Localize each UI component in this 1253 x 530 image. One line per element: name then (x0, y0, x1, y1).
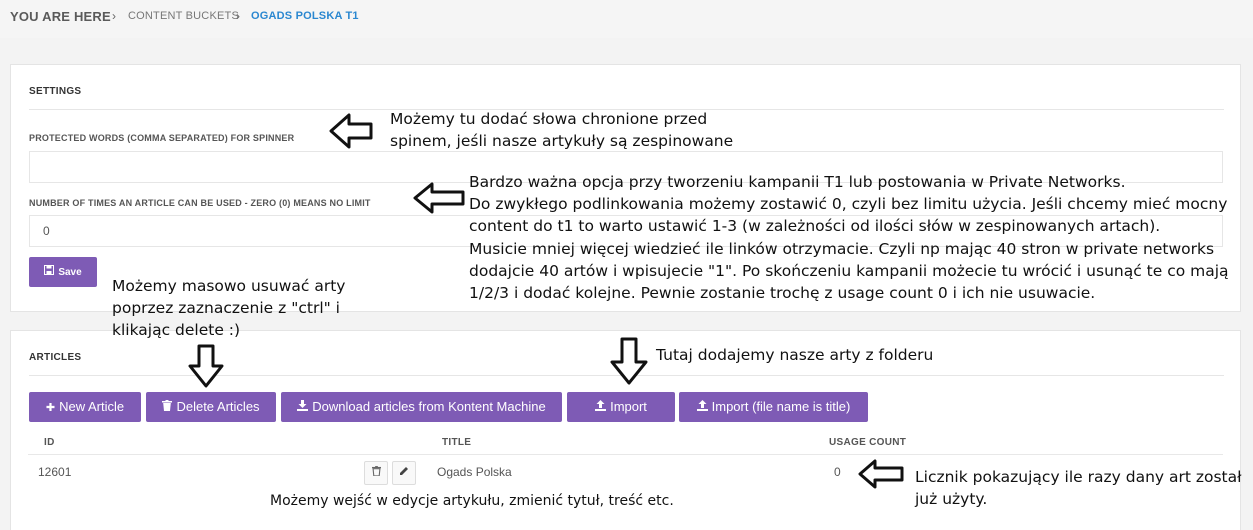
annotation-line: Bardzo ważna opcja przy tworzeniu kampan… (469, 173, 1126, 191)
article-usage-count: 0 (834, 465, 841, 479)
delete-article-button[interactable] (364, 461, 388, 485)
annotation-line: Możemy masowo usuwać arty (112, 277, 346, 295)
article-title[interactable]: Ogads Polska (437, 465, 512, 479)
save-button-label: Save (58, 267, 82, 278)
annotation-line: poprzez zaznaczenie z "ctrl" i (112, 299, 340, 317)
usage-limit-label: NUMBER OF TIMES AN ARTICLE CAN BE USED -… (29, 198, 371, 208)
breadcrumb-you-are-here: YOU ARE HERE (10, 9, 111, 24)
settings-title: SETTINGS (29, 86, 82, 97)
table-header-divider (28, 454, 1223, 455)
save-icon (44, 257, 55, 287)
column-header-id[interactable]: ID (44, 437, 55, 448)
breadcrumb-separator: › (112, 9, 116, 23)
edit-article-button[interactable] (392, 461, 416, 485)
upload-icon (696, 393, 708, 423)
protected-words-label: PROTECTED WORDS (COMMA SEPARATED) FOR SP… (29, 133, 295, 143)
annotation-line: Licznik pokazujący ile razy dany art zos… (915, 468, 1242, 486)
annotation-mass-delete: Możemy masowo usuwać arty poprzez zaznac… (112, 275, 345, 341)
annotation-line: Do zwykłego podlinkowania możemy zostawi… (469, 195, 1228, 214)
plus-icon: ✚ (45, 402, 56, 414)
down-arrow-icon (610, 337, 648, 385)
annotation-edit: Możemy wejść w edycje artykułu, zmienić … (270, 493, 674, 509)
down-arrow-icon (188, 344, 224, 388)
new-article-label: New Article (59, 399, 125, 414)
left-arrow-icon (858, 459, 904, 489)
new-article-button[interactable]: ✚ New Article (29, 392, 141, 422)
breadcrumb-current: OGADS POLSKA T1 (251, 10, 359, 22)
breadcrumb-separator: › (236, 9, 240, 23)
delete-articles-label: Delete Articles (176, 399, 260, 414)
import-button[interactable]: Import (567, 392, 675, 422)
column-header-usage-count[interactable]: USAGE COUNT (829, 437, 906, 448)
save-button[interactable]: Save (29, 257, 97, 287)
articles-title: ARTICLES (29, 352, 82, 363)
download-kontent-machine-label: Download articles from Kontent Machine (312, 399, 546, 414)
trash-icon (162, 393, 173, 423)
download-kontent-machine-button[interactable]: Download articles from Kontent Machine (281, 392, 562, 422)
annotation-usage-limit: Bardzo ważna opcja przy tworzeniu kampan… (469, 171, 1229, 304)
upload-icon (595, 393, 607, 423)
annotation-import: Tutaj dodajemy nasze arty z folderu (656, 346, 934, 364)
annotation-line: już użyty. (915, 490, 988, 508)
annotation-protected-words: Możemy tu dodać słowa chronione przed sp… (390, 108, 733, 152)
download-icon (297, 393, 309, 423)
article-id: 12601 (38, 465, 72, 479)
import-file-name-title-label: Import (file name is title) (711, 399, 851, 414)
annotation-line: 1/2/3 i dodać kolejne. Pewnie zostanie t… (469, 284, 1096, 303)
annotation-line: content do t1 to warto ustawić 1-3 (w za… (469, 217, 1161, 236)
trash-icon (371, 466, 381, 479)
annotation-line: klikając delete :) (112, 321, 241, 339)
import-label: Import (610, 399, 647, 414)
annotation-line: spinem, jeśli nasze artykuły są zespinow… (390, 132, 734, 150)
annotation-line: Musicie mniej więcej wiedzieć ile linków… (469, 239, 1215, 258)
delete-articles-button[interactable]: Delete Articles (146, 392, 276, 422)
pencil-icon (399, 467, 409, 479)
breadcrumb-bar: YOU ARE HERE › CONTENT BUCKETS › OGADS P… (0, 0, 1253, 38)
column-header-title[interactable]: TITLE (442, 437, 471, 448)
annotation-usage-counter: Licznik pokazujący ile razy dany art zos… (915, 466, 1242, 510)
left-arrow-icon (413, 182, 465, 214)
breadcrumb-content-buckets[interactable]: CONTENT BUCKETS (128, 10, 239, 22)
annotation-line: dodajcie 40 artów i wpisujecie "1". Po s… (469, 261, 1229, 280)
import-file-name-title-button[interactable]: Import (file name is title) (679, 392, 868, 422)
left-arrow-icon (329, 113, 373, 149)
annotation-line: Możemy tu dodać słowa chronione przed (390, 110, 708, 128)
